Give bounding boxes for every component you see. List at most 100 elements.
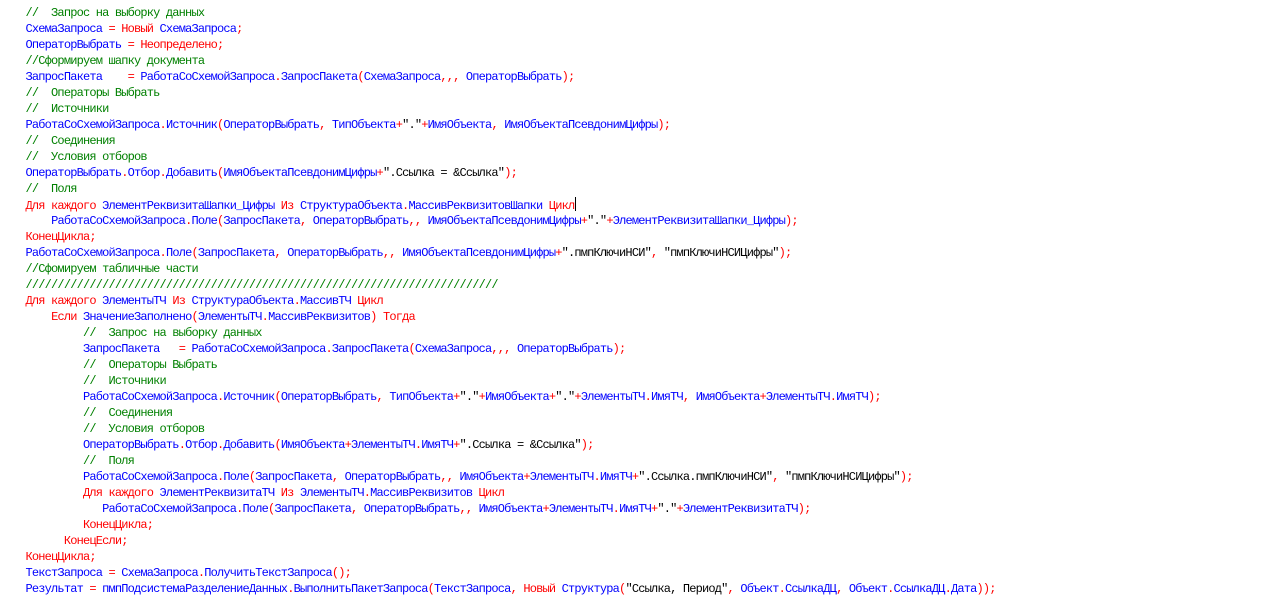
code-line[interactable]: ТекстЗапроса = СхемаЗапроса.ПолучитьТекс…: [0, 565, 996, 581]
code-line[interactable]: ////////////////////////////////////////…: [0, 277, 996, 293]
code-line[interactable]: Результат = пмпПодсистемаРазделениеДанны…: [0, 581, 997, 597]
code-line[interactable]: // Поля: [0, 453, 996, 469]
code-string-literal: "Ссылка, Период": [625, 582, 728, 596]
code-line[interactable]: Если ЗначениеЗаполнено(ЭлементыТЧ.Массив…: [0, 309, 996, 325]
code-string-literal: ".Ссылка.пмпКлючиНСИ": [638, 470, 773, 484]
code-punctuation: ;: [89, 550, 96, 564]
code-identifier: ИмяТЧ: [599, 470, 633, 484]
code-line[interactable]: РаботаСоСхемойЗапроса.Источник(ОператорВ…: [0, 117, 996, 133]
code-identifier: ЭлементРеквизитаШапки_Цифры: [95, 199, 281, 213]
code-line[interactable]: // Запрос на выборку данных: [0, 325, 996, 341]
code-line[interactable]: ОператорВыбрать.Отбор.Добавить(ИмяОбъект…: [0, 437, 996, 453]
code-editor[interactable]: // Запрос на выборку данных СхемаЗапроса…: [0, 0, 1276, 616]
code-punctuation: ,,: [408, 214, 428, 228]
code-identifier: РаботаСоСхемойЗапроса: [25, 118, 161, 132]
code-identifier: СтруктураОбъекта: [293, 199, 403, 213]
code-keyword: Из: [280, 199, 295, 213]
code-line[interactable]: КонецЕсли;: [0, 533, 996, 549]
code-line[interactable]: РаботаСоСхемойЗапроса.Поле(ЗапросПакета,…: [0, 469, 996, 485]
code-line[interactable]: // Источники: [0, 101, 996, 117]
code-keyword: Из: [280, 486, 295, 500]
code-line[interactable]: // Операторы Выбрать: [0, 85, 996, 101]
code-identifier: Поле: [242, 502, 269, 516]
text-cursor: [575, 197, 577, 211]
code-line[interactable]: КонецЦикла;: [0, 549, 996, 565]
code-keyword: Для каждого: [25, 294, 97, 308]
code-line[interactable]: // Операторы Выбрать: [0, 357, 996, 373]
code-identifier: ИмяОбъекта: [459, 470, 525, 484]
code-identifier: ЗапросПакета: [197, 246, 275, 260]
code-keyword: Новый: [523, 582, 556, 596]
code-punctuation: ,,: [440, 470, 460, 484]
code-identifier: ИмяОбъекта: [280, 438, 346, 452]
code-line[interactable]: КонецЦикла;: [0, 229, 996, 245]
code-line[interactable]: Для каждого ЭлементРеквизитаТЧ Из Элемен…: [0, 485, 996, 501]
code-identifier: РаботаСоСхемойЗапроса: [82, 390, 218, 404]
code-keyword: КонецЕсли: [63, 534, 122, 548]
code-punctuation: =: [102, 566, 122, 580]
code-line[interactable]: Для каждого ЭлементыТЧ Из СтруктураОбъек…: [0, 293, 996, 309]
code-line[interactable]: // Запрос на выборку данных: [0, 5, 996, 21]
code-identifier: ЗапросПакета: [255, 470, 332, 484]
code-keyword: КонецЦикла: [25, 550, 91, 564]
code-punctuation: );: [797, 502, 812, 516]
code-line[interactable]: ЗапросПакета = РаботаСоСхемойЗапроса.Зап…: [0, 69, 996, 85]
code-line[interactable]: СхемаЗапроса = Новый СхемаЗапроса;: [0, 21, 996, 37]
code-punctuation: ,: [299, 214, 313, 228]
code-line[interactable]: ОператорВыбрать = Неопределено;: [0, 37, 996, 53]
code-punctuation: =: [102, 70, 141, 84]
code-line[interactable]: // Поля: [0, 181, 996, 197]
code-line[interactable]: РаботаСоСхемойЗапроса.Поле(ЗапросПакета,…: [0, 213, 996, 229]
code-line[interactable]: КонецЦикла;: [0, 517, 996, 533]
code-identifier: СхемаЗапроса: [414, 342, 492, 356]
code-identifier: РаботаСоСхемойЗапроса: [102, 502, 237, 516]
code-line[interactable]: РаботаСоСхемойЗапроса.Поле(ЗапросПакета,…: [0, 245, 996, 261]
code-line[interactable]: РаботаСоСхемойЗапроса.Поле(ЗапросПакета,…: [0, 501, 996, 517]
code-identifier: ОператорВыбрать: [516, 342, 614, 356]
code-line[interactable]: // Соединения: [0, 405, 996, 421]
code-line[interactable]: ЗапросПакета = РаботаСоСхемойЗапроса.Зап…: [0, 341, 996, 357]
code-line[interactable]: Для каждого ЭлементРеквизитаШапки_Цифры …: [0, 197, 996, 213]
code-keyword: Цикл: [478, 486, 505, 500]
code-punctuation: ;: [121, 534, 128, 548]
code-line[interactable]: // Условия отборов: [0, 149, 996, 165]
code-identifier: ЗапросПакета: [223, 214, 300, 228]
code-identifier: ИмяТЧ: [619, 502, 652, 516]
code-identifier: ОператорВыбрать: [344, 470, 442, 484]
code-line[interactable]: РаботаСоСхемойЗапроса.Источник(ОператорВ…: [0, 389, 996, 405]
code-punctuation: ,: [331, 470, 345, 484]
code-punctuation: ;: [236, 22, 243, 36]
code-punctuation: ;: [89, 230, 96, 244]
code-punctuation: ,,: [382, 246, 403, 260]
code-identifier: ЭлементыТЧ: [351, 438, 416, 452]
code-line[interactable]: // Источники: [0, 373, 996, 389]
code-line[interactable]: //Сфомируем табличные части: [0, 261, 996, 277]
code-punctuation: ,: [682, 390, 696, 404]
code-line[interactable]: // Условия отборов: [0, 421, 996, 437]
code-comment: // Соединения: [25, 134, 116, 148]
code-line[interactable]: //Сформируем шапку документа: [0, 53, 996, 69]
code-keyword: Для каждого: [82, 486, 154, 500]
code-line[interactable]: // Соединения: [0, 133, 996, 149]
code-string-literal: ".": [402, 118, 422, 132]
code-identifier: МассивТЧ: [299, 294, 358, 308]
code-identifier: СтруктураОбъекта: [185, 294, 294, 308]
code-identifier: Добавить: [165, 166, 218, 180]
code-lines: // Запрос на выборку данных СхемаЗапроса…: [0, 5, 997, 597]
code-identifier: ТекстЗапроса: [25, 566, 103, 580]
code-line[interactable]: ОператорВыбрать.Отбор.Добавить(ИмяОбъект…: [0, 165, 996, 181]
code-identifier: Отбор: [127, 166, 161, 180]
code-identifier: ПолучитьТекстЗапроса: [204, 566, 332, 580]
code-punctuation: =: [159, 342, 192, 356]
code-identifier: ОператорВыбрать: [25, 166, 123, 180]
